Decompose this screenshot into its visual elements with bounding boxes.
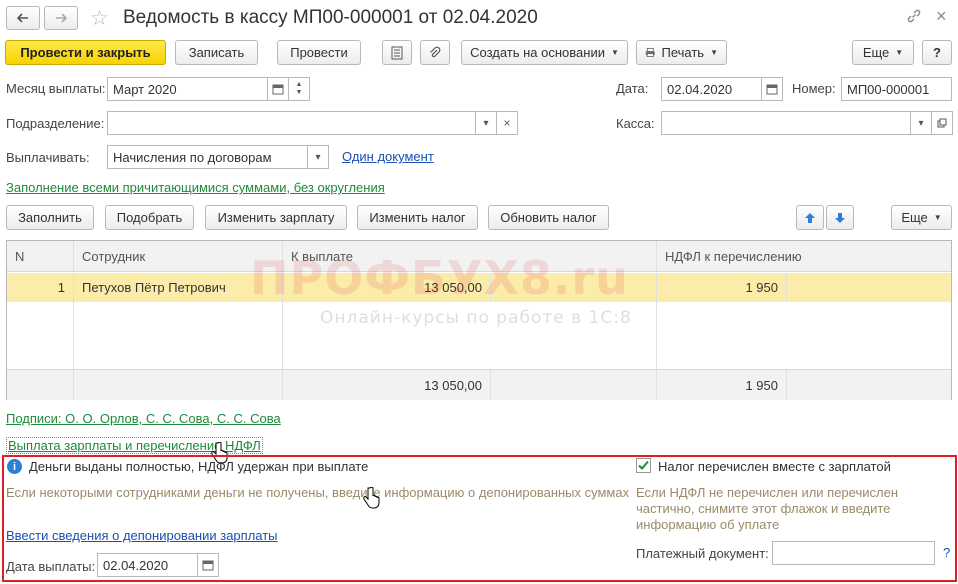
help-button[interactable]: ? <box>922 40 952 65</box>
row-n: 1 <box>7 273 74 302</box>
month-stepper[interactable]: ▲ ▼ <box>288 77 310 101</box>
table-footer: 13 050,00 1 950 <box>7 369 951 400</box>
post-and-close-button[interactable]: Провести и закрыть <box>5 40 166 65</box>
cash-dropdown-button[interactable]: ▾ <box>910 111 932 135</box>
calendar-icon <box>272 84 284 95</box>
payment-info-text: Деньги выданы полностью, НДФЛ удержан пр… <box>29 459 369 474</box>
checkmark-icon <box>638 460 649 470</box>
cash-open-button[interactable] <box>931 111 953 135</box>
row-tax: 1 950 <box>657 273 787 302</box>
month-label: Месяц выплаты: <box>6 81 106 96</box>
pay-date-field[interactable]: 02.04.2020 <box>97 553 198 577</box>
stepper-down-icon: ▼ <box>295 89 303 96</box>
watermark-brand: ПРОФБУХ8.ru <box>250 251 629 305</box>
arrow-up-icon <box>805 212 815 223</box>
chevron-down-icon: ▼ <box>610 48 619 57</box>
print-label: Печать <box>661 45 705 60</box>
cash-field[interactable] <box>661 111 911 135</box>
change-tax-button[interactable]: Изменить налог <box>357 205 478 230</box>
fill-mode-link[interactable]: Заполнение всеми причитающимися суммами,… <box>6 180 385 195</box>
back-button[interactable] <box>6 6 40 30</box>
print-button[interactable]: Печать ▼ <box>636 40 727 65</box>
deposit-link[interactable]: Ввести сведения о депонировании зарплаты <box>6 528 278 543</box>
fill-button[interactable]: Заполнить <box>6 205 94 230</box>
total-amount: 13 050,00 <box>283 370 491 400</box>
forward-button[interactable] <box>44 6 78 30</box>
department-label: Подразделение: <box>6 116 105 131</box>
date-field[interactable]: 02.04.2020 <box>661 77 762 101</box>
cash-label: Касса: <box>616 116 655 131</box>
footer-col-2 <box>74 370 283 400</box>
update-tax-button[interactable]: Обновить налог <box>488 205 609 230</box>
list-icon <box>391 46 403 59</box>
chevron-down-icon: ▼ <box>933 213 942 222</box>
signatures-link[interactable]: Подписи: О. О. Орлов, С. С. Сова, С. С. … <box>6 411 281 426</box>
date-label: Дата: <box>616 81 649 96</box>
calendar-icon <box>766 84 778 95</box>
empty-col-1 <box>7 302 74 369</box>
deposit-hint: Если некоторыми сотрудниками деньги не п… <box>6 485 630 500</box>
department-field[interactable] <box>107 111 476 135</box>
attach-button[interactable] <box>420 40 450 65</box>
report-button[interactable] <box>382 40 412 65</box>
empty-col-2 <box>74 302 283 369</box>
number-field[interactable]: МП00-000001 <box>841 77 952 101</box>
arrow-left-icon <box>17 13 28 23</box>
move-down-button[interactable] <box>826 205 854 230</box>
calendar-icon <box>202 560 214 571</box>
table-more-label: Еще <box>901 210 928 225</box>
pay-dropdown-button[interactable]: ▾ <box>307 145 329 169</box>
hand-cursor-icon <box>362 486 380 512</box>
open-icon <box>937 118 947 128</box>
payment-doc-label: Платежный документ: <box>636 546 769 561</box>
window-title: Ведомость в кассу МП00-000001 от 02.04.2… <box>123 7 538 28</box>
tax-paid-checkbox[interactable] <box>636 458 651 473</box>
info-icon: i <box>7 459 22 474</box>
more-label: Еще <box>862 45 890 60</box>
payment-doc-help[interactable]: ? <box>943 545 950 560</box>
post-button[interactable]: Провести <box>277 40 361 65</box>
save-button[interactable]: Записать <box>175 40 258 65</box>
footer-col-1 <box>7 370 74 400</box>
footer-col-4 <box>491 370 657 400</box>
stepper-up-icon: ▲ <box>295 81 303 88</box>
pay-field[interactable]: Начисления по договорам <box>107 145 308 169</box>
month-field[interactable]: Март 2020 <box>107 77 268 101</box>
tax-paid-label[interactable]: Налог перечислен вместе с зарплатой <box>658 459 891 474</box>
chevron-down-icon: ▼ <box>710 48 718 57</box>
watermark-tagline: Онлайн-курсы по работе в 1С:8 <box>320 308 632 328</box>
pay-label: Выплачивать: <box>6 150 90 165</box>
select-button[interactable]: Подобрать <box>105 205 194 230</box>
table-more-button[interactable]: Еще ▼ <box>891 205 952 230</box>
printer-icon <box>645 48 655 57</box>
date-calendar-button[interactable] <box>761 77 783 101</box>
pay-date-label: Дата выплаты: <box>6 559 96 574</box>
change-salary-button[interactable]: Изменить зарплату <box>205 205 347 230</box>
chevron-down-icon: ▼ <box>895 48 904 57</box>
row-tax-pad <box>787 273 951 302</box>
move-up-button[interactable] <box>796 205 824 230</box>
create-based-label: Создать на основании <box>470 45 605 60</box>
paperclip-icon <box>430 46 441 57</box>
column-header-n[interactable]: N <box>7 241 74 271</box>
month-calendar-button[interactable] <box>267 77 289 101</box>
department-dropdown-button[interactable]: ▾ <box>475 111 497 135</box>
number-label: Номер: <box>792 81 836 96</box>
close-icon[interactable]: × <box>936 6 947 27</box>
total-tax: 1 950 <box>657 370 787 400</box>
link-icon[interactable] <box>906 8 922 27</box>
one-document-link[interactable]: Один документ <box>342 149 434 164</box>
column-header-tax[interactable]: НДФЛ к перечислению <box>657 241 951 271</box>
more-button[interactable]: Еще ▼ <box>852 40 914 65</box>
department-clear-button[interactable]: × <box>496 111 518 135</box>
arrow-down-icon <box>835 212 845 223</box>
arrow-right-icon <box>56 13 67 23</box>
pay-date-calendar-button[interactable] <box>197 553 219 577</box>
create-based-button[interactable]: Создать на основании ▼ <box>461 40 628 65</box>
favorite-star-icon[interactable]: ☆ <box>90 6 109 31</box>
tax-hint: Если НДФЛ не перечислен или перечислен ч… <box>636 485 898 532</box>
payment-doc-field[interactable] <box>772 541 935 565</box>
